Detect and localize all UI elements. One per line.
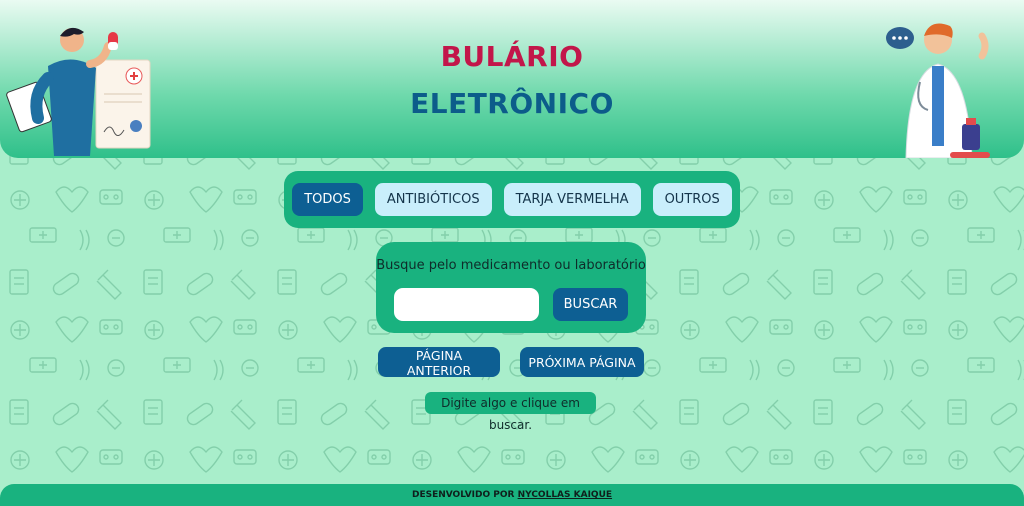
title-line-2: ELETRÔNICO (410, 87, 614, 120)
search-input[interactable] (394, 288, 539, 321)
app-title: BULÁRIO ELETRÔNICO (0, 40, 1024, 120)
search-panel: Busque pelo medicamento ou laboratório B… (376, 242, 646, 333)
search-label: Busque pelo medicamento ou laboratório (376, 258, 646, 273)
category-filter-bar: TODOS ANTIBIÓTICOS TARJA VERMELHA OUTROS (284, 171, 740, 228)
footer-prefix: DESENVOLVIDO POR (411, 490, 515, 500)
filter-outros-button[interactable]: OUTROS (652, 183, 732, 216)
status-message: Digite algo e clique em buscar. (425, 392, 596, 432)
header-banner: BULÁRIO ELETRÔNICO (0, 0, 1024, 158)
doctor-illustration (886, 23, 990, 158)
filter-antibioticos-button[interactable]: ANTIBIÓTICOS (374, 183, 492, 216)
footer: DESENVOLVIDO POR NYCOLLAS KAIQUE (0, 484, 1024, 506)
previous-page-button[interactable]: PÁGINA ANTERIOR (378, 347, 500, 378)
next-page-button[interactable]: PRÓXIMA PÁGINA (520, 347, 644, 377)
search-button[interactable]: BUSCAR (553, 288, 628, 321)
author-link[interactable]: NYCOLLAS KAIQUE (518, 490, 612, 500)
filter-todos-button[interactable]: TODOS (292, 183, 363, 216)
filter-tarja-vermelha-button[interactable]: TARJA VERMELHA (503, 183, 641, 216)
title-line-1: BULÁRIO (440, 40, 584, 73)
